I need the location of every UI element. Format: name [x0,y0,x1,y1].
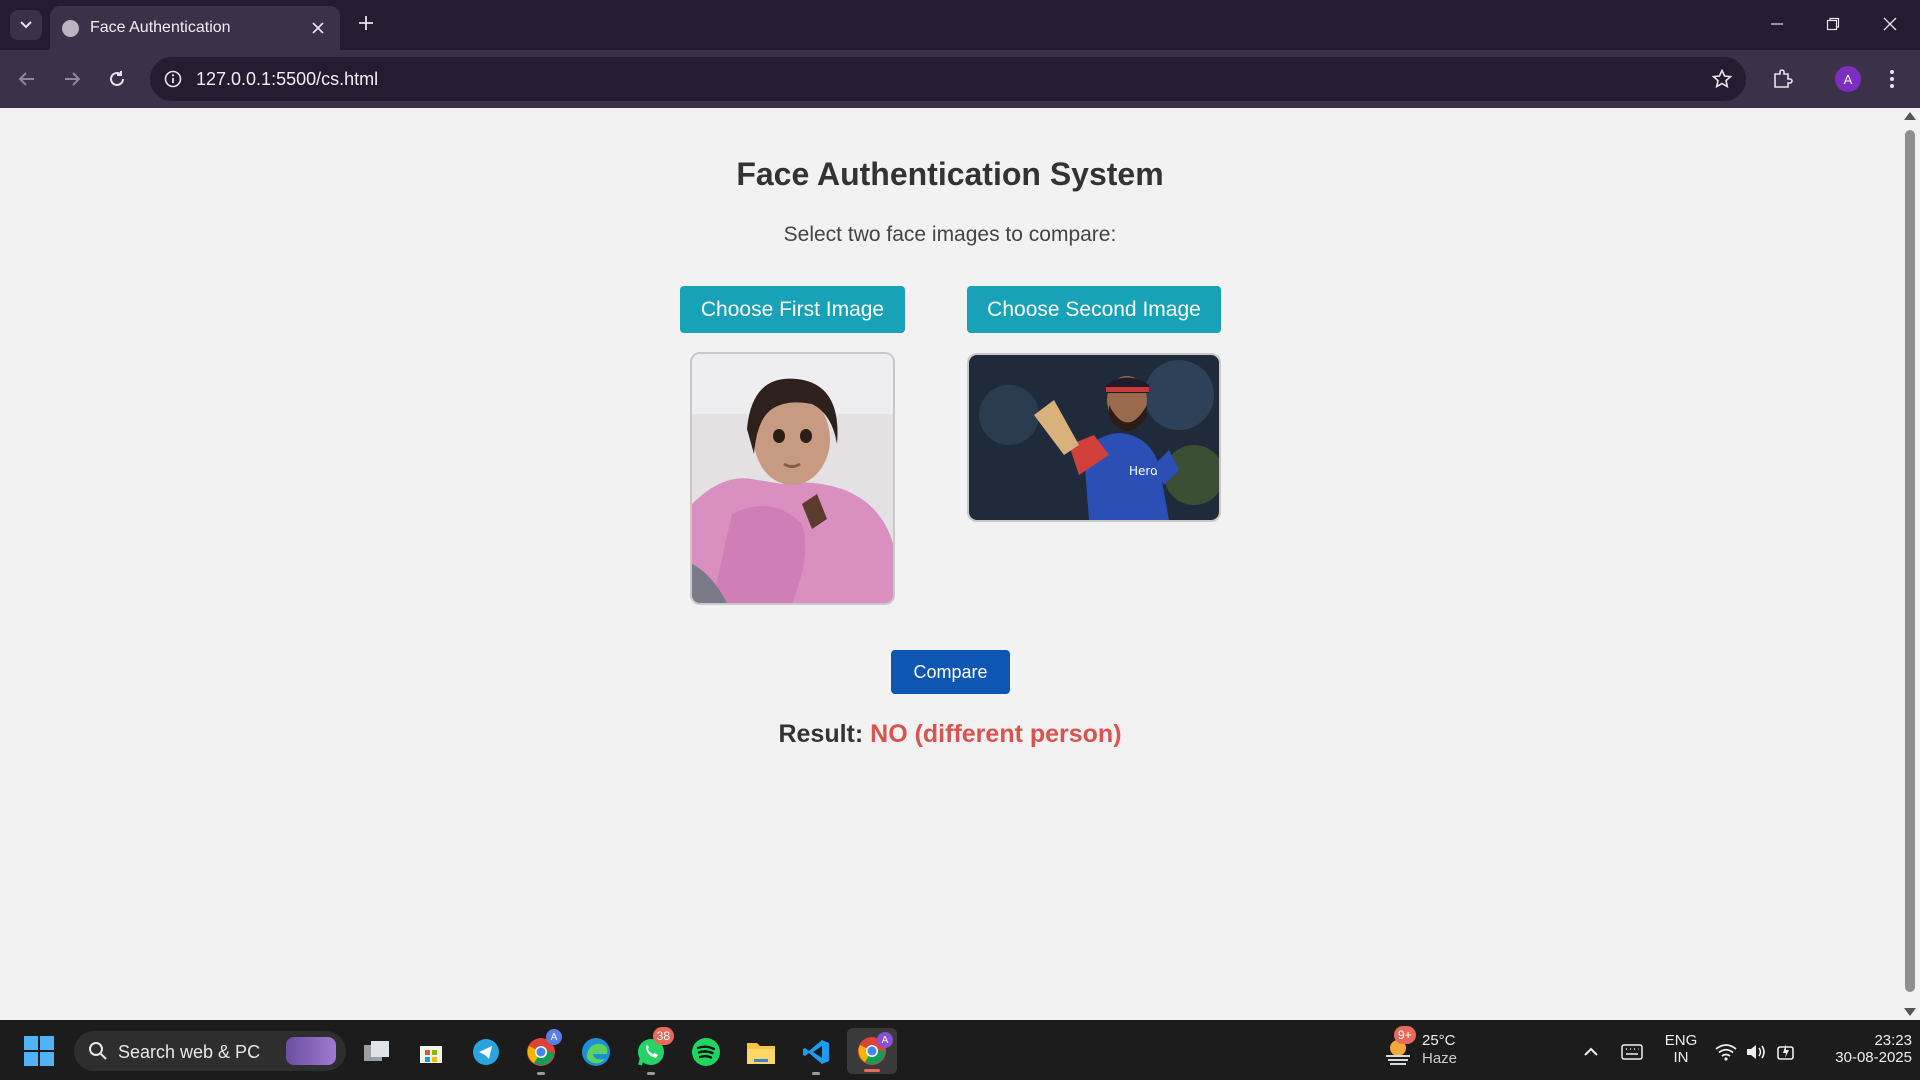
choose-second-image-button[interactable]: Choose Second Image [967,286,1221,333]
tab-face-authentication[interactable]: Face Authentication [50,6,340,50]
scroll-down-arrow-icon[interactable] [1904,1008,1916,1016]
reload-button[interactable] [102,64,132,94]
windows-logo-icon [24,1036,38,1050]
browser-tabstrip: Face Authentication [0,0,1920,50]
whatsapp-icon[interactable]: 38 [634,1027,674,1075]
close-window-button[interactable] [1878,12,1902,36]
language-code: ENG [1664,1032,1698,1049]
search-highlight-icon [286,1037,336,1065]
microsoft-store-icon[interactable] [414,1035,448,1069]
clock[interactable]: 23:23 30-08-2025 [1808,1032,1912,1066]
input-language[interactable]: ENG IN [1656,1032,1706,1066]
globe-icon [62,20,79,37]
search-icon [89,1042,107,1060]
forward-button[interactable] [57,64,87,94]
first-image-preview [690,352,895,605]
page-subtitle: Select two face images to compare: [783,223,1117,246]
address-bar[interactable]: 127.0.0.1:5500/cs.html [150,57,1746,101]
new-tab-button[interactable] [355,12,377,34]
profile-avatar[interactable]: A [1835,66,1861,92]
result-line: Result: NO (different person) [0,720,1900,749]
start-button[interactable] [24,1036,54,1066]
choose-first-image-button[interactable]: Choose First Image [680,286,905,333]
edge-icon[interactable] [579,1035,613,1069]
whatsapp-notification-badge: 38 [652,1027,674,1045]
page-title: Face Authentication System [736,156,1164,192]
minimize-button[interactable] [1765,12,1789,36]
second-image-preview: Herd [967,353,1221,522]
arrow-left-icon [18,72,34,86]
taskbar-search-text: Search web & PC [118,1042,261,1062]
bookmark-star-icon[interactable] [1710,67,1734,91]
menu-kebab-icon[interactable] [1878,65,1906,93]
windows-taskbar: Search web & PC A 38 A 9+ 25°C Haze ENG … [0,1020,1920,1080]
keyboard-icon[interactable] [1617,1035,1647,1069]
clock-time: 23:23 [1874,1032,1912,1049]
spotify-icon[interactable] [689,1035,723,1069]
back-button[interactable] [12,64,42,94]
chevron-down-icon [20,21,32,29]
cricketer-photo-image: Herd [969,355,1219,520]
chrome-active-icon[interactable]: A [847,1028,897,1074]
url-text[interactable]: 127.0.0.1:5500/cs.html [196,69,378,90]
volume-icon[interactable] [1742,1035,1770,1069]
chrome-profile-badge: A [546,1029,562,1045]
battery-charging-icon[interactable] [1772,1035,1800,1069]
child-photo-image [692,354,893,603]
chrome-active-profile-badge: A [877,1032,893,1048]
weather-badge: 9+ [1394,1026,1416,1044]
telegram-icon[interactable] [469,1035,503,1069]
vertical-scrollbar[interactable] [1900,108,1920,1020]
plus-icon [359,16,373,30]
show-hidden-icons-chevron-up-icon[interactable] [1576,1035,1606,1069]
extensions-icon[interactable] [1768,65,1796,93]
file-explorer-icon[interactable] [744,1035,778,1069]
clock-date: 30-08-2025 [1835,1049,1912,1066]
result-value: NO (different person) [870,720,1122,748]
task-view-icon[interactable] [360,1035,394,1069]
tab-search-button[interactable] [10,10,42,40]
close-tab-icon[interactable] [308,18,328,38]
browser-toolbar: 127.0.0.1:5500/cs.html [0,50,1920,108]
restore-icon [1826,17,1840,31]
compare-button[interactable]: Compare [891,650,1010,694]
page-content: Face Authentication System Select two fa… [0,108,1900,1020]
weather-temperature: 25°C [1422,1032,1456,1049]
tab-title: Face Authentication [90,19,231,36]
chrome-profile-icon[interactable]: A [524,1029,562,1075]
reload-icon [110,71,124,86]
scroll-up-arrow-icon[interactable] [1904,112,1916,120]
result-label: Result: [778,720,864,748]
minimize-icon [1771,23,1783,25]
weather-widget[interactable]: 9+ 25°C Haze [1380,1026,1500,1070]
region-code: IN [1673,1049,1689,1066]
wifi-icon[interactable] [1712,1035,1740,1069]
vscode-icon[interactable] [799,1035,833,1075]
arrow-right-icon [65,72,81,86]
svg-text:Herd: Herd [1129,464,1158,478]
scroll-thumb[interactable] [1905,130,1915,992]
site-info-icon[interactable] [162,68,184,90]
close-icon [1883,17,1897,31]
taskbar-search[interactable]: Search web & PC [74,1031,346,1071]
weather-description: Haze [1422,1050,1458,1067]
restore-button[interactable] [1821,12,1845,36]
